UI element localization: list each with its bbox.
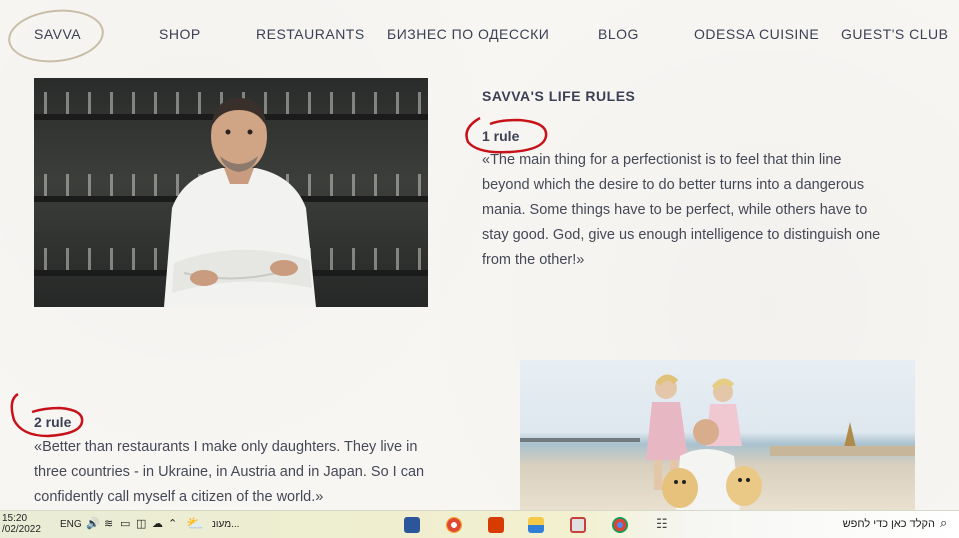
beach-family-photo bbox=[520, 360, 915, 510]
clock-date: /02/2022 bbox=[2, 524, 41, 535]
rule2-line: three countries - in Ukraine, in Austria… bbox=[34, 464, 425, 480]
nav-item-blog[interactable]: BLOG bbox=[598, 26, 639, 42]
nav-item-shop[interactable]: SHOP bbox=[159, 26, 201, 42]
weather-icon[interactable]: ⛅ bbox=[186, 515, 203, 532]
nav-item-business-odessa[interactable]: БИЗНЕС ПО ОДЕССКИ bbox=[387, 26, 549, 42]
onedrive-icon[interactable]: ☁ bbox=[152, 517, 163, 530]
windows-taskbar: 15:20 /02/2022 ENG 🔊 ≋ ▭ ◫ ☁ ⌃ ⛅ מעונ...… bbox=[0, 510, 959, 538]
task-view-icon[interactable]: ☷ bbox=[656, 516, 668, 532]
taskbar-search-input[interactable]: הקלד כאן כדי לחפש bbox=[760, 518, 935, 530]
rule1-text: «The main thing for a perfectionist is t… bbox=[482, 148, 880, 273]
chrome-icon[interactable] bbox=[612, 517, 628, 533]
meet-now-icon[interactable]: ◫ bbox=[136, 517, 146, 530]
weather-text[interactable]: מעונ... bbox=[212, 519, 239, 530]
language-indicator[interactable]: ENG bbox=[60, 519, 82, 530]
nav-item-guests-club[interactable]: GUEST'S CLUB bbox=[841, 26, 948, 42]
nav-item-restaurants[interactable]: RESTAURANTS bbox=[256, 26, 365, 42]
rule1-line: from the other!» bbox=[482, 252, 585, 268]
search-icon[interactable]: ⌕ bbox=[940, 515, 947, 531]
rule2-text: «Better than restaurants I make only dau… bbox=[34, 435, 424, 510]
rule2-line: confidently call myself a citizen of the… bbox=[34, 489, 324, 505]
nav-item-savva[interactable]: SAVVA bbox=[34, 26, 81, 42]
rule1-line: beyond which the desire to do better tur… bbox=[482, 177, 865, 193]
chevron-up-icon[interactable]: ⌃ bbox=[168, 517, 177, 530]
rule1-line: stay good. God, give us enough intellige… bbox=[482, 227, 881, 243]
rule1-label: 1 rule bbox=[482, 128, 520, 144]
rule2-label: 2 rule bbox=[34, 414, 72, 430]
section-heading: SAVVA'S LIFE RULES bbox=[482, 88, 636, 104]
top-navigation: SAVVA SHOP RESTAURANTS БИЗНЕС ПО ОДЕССКИ… bbox=[0, 0, 959, 68]
taskbar-clock[interactable]: 15:20 /02/2022 bbox=[2, 513, 41, 535]
wifi-icon[interactable]: ≋ bbox=[104, 517, 113, 530]
battery-icon[interactable]: ▭ bbox=[120, 517, 130, 530]
chrome-profile-icon[interactable] bbox=[446, 517, 462, 533]
volume-icon[interactable]: 🔊 bbox=[86, 517, 100, 530]
portrait-photo bbox=[34, 78, 428, 307]
rule1-line: «The main thing for a perfectionist is t… bbox=[482, 152, 842, 168]
word-icon[interactable] bbox=[404, 517, 420, 533]
paint-icon[interactable] bbox=[570, 517, 586, 533]
clock-time: 15:20 bbox=[2, 513, 28, 524]
office-icon[interactable] bbox=[488, 517, 504, 533]
rule1-line: mania. Some things have to be perfect, w… bbox=[482, 202, 868, 218]
file-explorer-icon[interactable] bbox=[528, 517, 544, 533]
rule2-line: «Better than restaurants I make only dau… bbox=[34, 439, 418, 455]
nav-item-odessa-cuisine[interactable]: ODESSA CUISINE bbox=[694, 26, 819, 42]
